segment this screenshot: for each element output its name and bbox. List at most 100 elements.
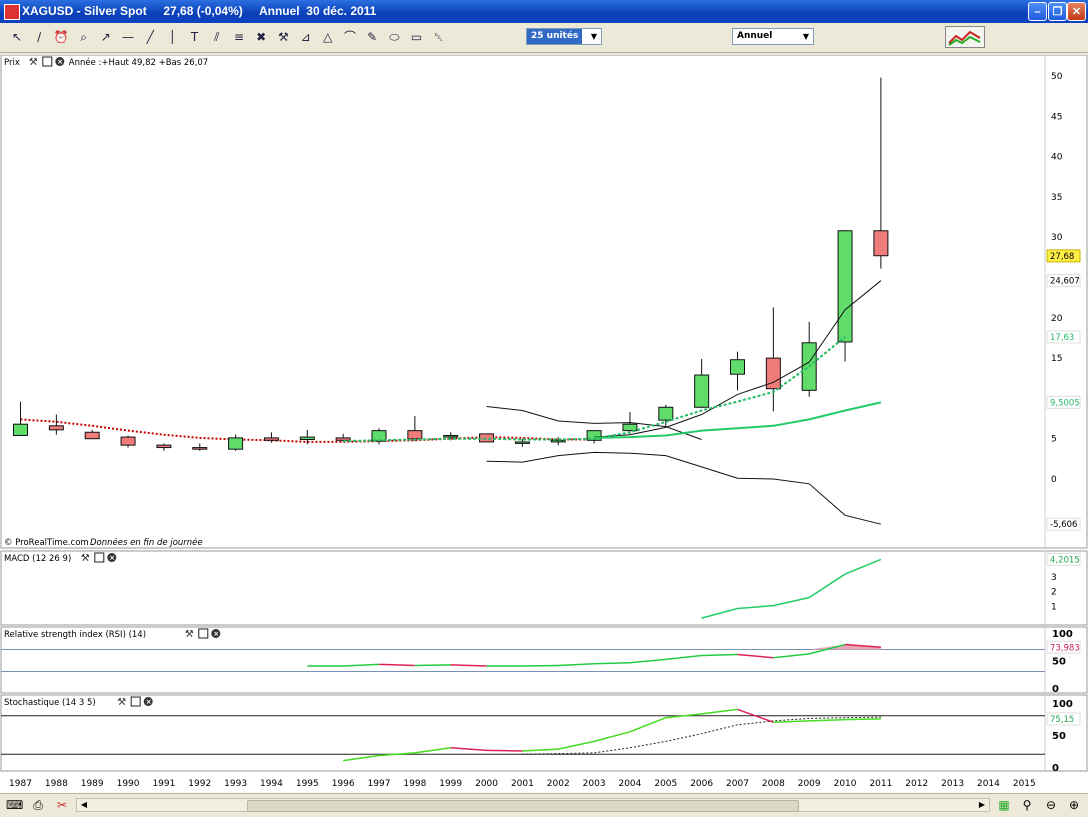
panel-title: Relative strength index (RSI) (14) <box>4 630 146 640</box>
zoom-in-icon[interactable]: ⊕ <box>1066 797 1082 813</box>
print-icon[interactable]: ⎙ <box>30 797 46 813</box>
window-icon[interactable] <box>130 696 141 707</box>
chart-options-icon[interactable]: ▦ <box>996 797 1012 813</box>
candle-body <box>13 423 28 436</box>
chevron-down-icon: ▼ <box>802 32 810 41</box>
wrench-icon[interactable]: ⚒ <box>81 553 90 564</box>
wrench-icon[interactable]: ⚒ <box>117 697 126 708</box>
units-select[interactable]: 25 unités ▼ <box>526 28 602 45</box>
fan-icon[interactable]: ⊿ <box>297 28 315 46</box>
candle-body <box>335 437 351 441</box>
period-select[interactable]: Annuel ▼ <box>732 28 814 45</box>
candle-body <box>192 447 208 450</box>
x-tick-label: 2000 <box>475 779 498 789</box>
credit-note: Données en fin de journée <box>90 537 203 548</box>
panel-title: Prix <box>4 58 20 68</box>
x-tick-label: 2003 <box>583 779 606 789</box>
rsi-segment <box>522 664 559 667</box>
x-tick-label: 1988 <box>45 779 68 789</box>
arc-icon[interactable]: ⌒ <box>341 28 359 46</box>
close-icon[interactable]: ✕ <box>1067 2 1086 21</box>
x-tick-label: 2007 <box>726 779 749 789</box>
wrench-icon[interactable]: ⚒ <box>29 57 38 68</box>
zoom-fit-icon[interactable]: ⚲ <box>1019 797 1035 813</box>
scissors-icon[interactable]: ✂ <box>54 797 70 813</box>
text-icon[interactable]: T <box>186 28 204 46</box>
last-value-label: 73,983 <box>1050 643 1080 653</box>
maximize-icon[interactable]: ❐ <box>1048 2 1067 21</box>
window-icon[interactable] <box>94 552 105 563</box>
close-x-icon[interactable]: × <box>109 554 115 562</box>
x-tick-label: 2002 <box>547 779 570 789</box>
candle-body <box>550 439 566 443</box>
y-tick-label: 0 <box>1052 763 1059 774</box>
bottom-bar: ⌨ ⎙ ✂ ◀ ▶ ▦ ⚲ ⊖ ⊕ <box>0 793 1088 817</box>
zoom-icon[interactable]: ⌕ <box>75 28 93 46</box>
y-tick-label: 3 <box>1051 573 1057 583</box>
panel-frame <box>0 626 1088 694</box>
minimize-icon[interactable]: – <box>1028 2 1047 21</box>
window-title: XAGUSD - Silver Spot 27,68 (-0,04%) Annu… <box>22 4 377 18</box>
panel-title: MACD (12 26 9) <box>4 554 71 564</box>
panel-title: Stochastique (14 3 5) <box>4 698 96 708</box>
alarm-icon[interactable]: ⏰ <box>52 28 70 46</box>
candle-body <box>514 441 530 444</box>
candle-body <box>263 437 279 441</box>
drawing-toolbar: ↖ ∕ ⏰ ⌕ ↗ — ╱ │ T ⫽ ≡ ✖ ⚒ ⊿ △ ⌒ ✎ ⬭ ▭ ␡ 25 unités ▼ Annuel … <box>0 24 1088 53</box>
chart-style-button[interactable] <box>945 26 985 48</box>
period-select-value: Annuel <box>737 31 773 41</box>
panel-frame <box>0 550 1088 626</box>
y-tick-label: 50 <box>1052 731 1066 742</box>
pencil-icon[interactable]: ✎ <box>363 28 381 46</box>
horizontal-line-icon[interactable]: — <box>119 28 137 46</box>
channel-icon[interactable]: ⫽ <box>208 28 226 46</box>
x-tick-label: 2014 <box>977 779 1000 789</box>
line-icon[interactable]: ╱ <box>141 28 159 46</box>
fibonacci-icon[interactable]: ≡ <box>230 28 248 46</box>
y-tick-label: 0 <box>1052 684 1059 695</box>
zoom-out-icon[interactable]: ⊖ <box>1043 797 1059 813</box>
chart-canvas[interactable]: Prix ⚒ × Année :+Haut 49,82 +Bas 26,07 MACD … <box>0 55 1088 793</box>
x-tick-label: 1998 <box>403 779 426 789</box>
vertical-line-icon[interactable]: │ <box>163 28 181 46</box>
y-tick-label: 100 <box>1052 699 1073 710</box>
rsi-segment <box>414 664 451 667</box>
y-tick-label: 50 <box>1052 657 1066 668</box>
panel-frame <box>0 55 1088 549</box>
y-tick-label: 1 <box>1051 602 1057 612</box>
app-icon <box>4 4 20 20</box>
title-bar: XAGUSD - Silver Spot 27,68 (-0,04%) Annu… <box>0 0 1088 23</box>
ruler-icon[interactable]: ∕ <box>30 28 48 46</box>
scroll-right-icon[interactable]: ▶ <box>976 799 988 811</box>
close-x-icon[interactable]: × <box>146 698 152 706</box>
pointer-icon[interactable]: ↖ <box>8 28 26 46</box>
y-tick-label: 45 <box>1051 112 1062 122</box>
cross-icon[interactable]: ✖ <box>252 28 270 46</box>
chart-area[interactable]: Prix ⚒ × Année :+Haut 49,82 +Bas 26,07 MACD … <box>0 55 1088 793</box>
candle-body <box>443 434 459 438</box>
close-x-icon[interactable]: × <box>57 58 63 66</box>
scroll-thumb[interactable] <box>247 800 799 812</box>
window-icon[interactable] <box>198 628 209 639</box>
x-tick-label: 1995 <box>296 779 319 789</box>
scroll-left-icon[interactable]: ◀ <box>78 799 90 811</box>
close-x-icon[interactable]: × <box>213 630 219 638</box>
window-icon[interactable] <box>42 56 53 67</box>
trash-icon[interactable]: ␡ <box>430 28 448 46</box>
triangle-icon[interactable]: △ <box>319 28 337 46</box>
trendline-icon[interactable]: ↗ <box>97 28 115 46</box>
ellipse-icon[interactable]: ⬭ <box>385 28 403 46</box>
x-tick-label: 2009 <box>798 779 821 789</box>
candle-body <box>48 425 64 431</box>
candle-body <box>479 433 495 443</box>
horizontal-scrollbar[interactable]: ◀ ▶ <box>76 798 990 812</box>
y-tick-label: 35 <box>1051 193 1062 203</box>
hammer-icon[interactable]: ⚒ <box>274 28 292 46</box>
last-value-label: 4,2015 <box>1050 555 1080 565</box>
x-tick-label: 1997 <box>368 779 391 789</box>
rectangle-icon[interactable]: ▭ <box>408 28 426 46</box>
keyboard-icon[interactable]: ⌨ <box>6 797 23 813</box>
stoch-k-segment <box>845 718 881 721</box>
credit-brand: © ProRealTime.com <box>4 538 89 548</box>
wrench-icon[interactable]: ⚒ <box>185 629 194 640</box>
